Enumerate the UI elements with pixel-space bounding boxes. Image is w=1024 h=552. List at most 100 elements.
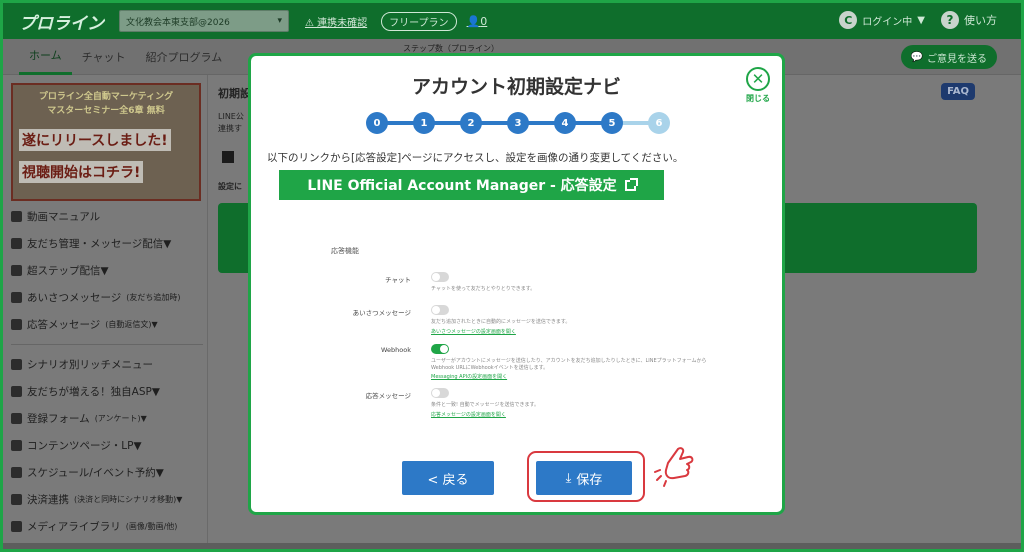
main-text: 設定に — [218, 182, 242, 191]
top-bar: プロライン 文化教会本東支部@2026 ▾ ⚠ 連携未確認 フリープラン 👤0 … — [3, 3, 1021, 39]
sidebar-item-step[interactable]: 超ステップ配信▼ — [11, 257, 203, 284]
back-button[interactable]: < 戻る — [402, 461, 494, 495]
setting-link: 応答メッセージの設定画面を開く — [431, 412, 506, 418]
toggle-switch — [431, 305, 449, 315]
download-icon: ⤓ — [565, 470, 572, 486]
settings-screenshot: 応答機能 チャット チャットを使って友だちとやりとりできます。 あいさつメッセー… — [321, 246, 711, 426]
step-0: 0 — [366, 112, 388, 134]
sidebar-item-media[interactable]: メディアライブラリ (画像/動画/他) — [11, 513, 203, 540]
sidebar-item-content[interactable]: コンテンツページ・LP▼ — [11, 432, 203, 459]
banner-line-4: 視聴開始はコチラ! — [19, 161, 144, 183]
sidebar-item-rich-menu[interactable]: シナリオ別リッチメニュー — [11, 351, 203, 378]
login-menu[interactable]: C ログイン中 ▼ — [839, 11, 925, 29]
faq-button[interactable]: FAQ — [941, 83, 975, 100]
caret-down-icon: ▼ — [917, 14, 925, 26]
banner-line-3: 遂にリリースしました! — [19, 129, 171, 151]
setting-label: 応答メッセージ — [365, 392, 411, 400]
step-4: 4 — [554, 112, 576, 134]
mobile-icon — [11, 359, 22, 370]
plan-badge[interactable]: フリープラン — [381, 11, 457, 31]
link-button-label: LINE Official Account Manager - 応答設定 — [307, 178, 617, 194]
help-link[interactable]: ? 使い方 — [941, 11, 997, 29]
contacts-icon — [11, 238, 22, 249]
sidebar-item-payment[interactable]: 決済連携 (決済と同時にシナリオ移動)▼ — [11, 486, 203, 513]
sidebar-item-schedule[interactable]: スケジュール/イベント予約▼ — [11, 459, 203, 486]
setting-label: あいさつメッセージ — [352, 309, 411, 317]
setting-description: 友だち追加されたときに自動的にメッセージを送信できます。 — [431, 319, 571, 325]
sidebar-item-note: (アンケート)▼ — [94, 414, 147, 423]
account-select[interactable]: 文化教会本東支部@2026 ▾ — [119, 10, 289, 32]
sidebar-item-video-manual[interactable]: 動画マニュアル — [11, 203, 203, 230]
instruction-text: 以下のリンクから[応答設定]ページにアクセスし、設定を画像の通り変更してください… — [267, 152, 684, 164]
close-button[interactable]: ✕ 閉じる — [744, 67, 772, 104]
user-count-value: 0 — [480, 14, 488, 28]
sidebar-item-label: 友だち管理・メッセージ配信▼ — [27, 238, 172, 250]
sidebar-item-label: 動画マニュアル — [27, 211, 101, 223]
toggle-switch — [431, 272, 449, 282]
checkbox[interactable] — [222, 151, 234, 163]
seminar-banner[interactable]: プロライン全自動マーケティング マスターセミナー全6章 無料 遂にリリースしまし… — [11, 83, 201, 201]
modal-title: アカウント初期設定ナビ — [411, 76, 621, 98]
sidebar-item-label: メディアライブラリ — [27, 521, 121, 533]
help-icon: ? — [941, 11, 959, 29]
line-manager-link-button[interactable]: LINE Official Account Manager - 応答設定 — [279, 170, 664, 200]
sidebar-item-label: 超ステップ配信▼ — [27, 265, 109, 277]
sidebar-item-label: 友だちが増える！独自ASP▼ — [27, 386, 160, 398]
banner-line-1: プロライン全自動マーケティング — [38, 92, 174, 102]
chevron-down-icon: ▾ — [277, 16, 282, 26]
sidebar-item-label: あいさつメッセージ — [27, 292, 122, 304]
sidebar-item-label: 登録フォーム — [27, 413, 90, 425]
footer — [3, 543, 1021, 549]
save-label: 保存 — [576, 472, 603, 488]
external-link-icon — [624, 177, 638, 191]
sidebar-menu: 動画マニュアル 友だち管理・メッセージ配信▼ 超ステップ配信▼ あいさつメッセー… — [11, 203, 203, 540]
sidebar-item-label: スケジュール/イベント予約▼ — [27, 467, 164, 479]
page-title: 初期設 — [218, 87, 251, 100]
step-2: 2 — [460, 112, 482, 134]
setting-description: チャットを使って友だちとやりとりできます。 — [431, 286, 536, 292]
sidebar-item-asp[interactable]: 友だちが増える！独自ASP▼ — [11, 378, 203, 405]
step-3: 3 — [507, 112, 529, 134]
logo: プロライン — [19, 13, 104, 34]
screen: プロライン 文化教会本東支部@2026 ▾ ⚠ 連携未確認 フリープラン 👤 0 … — [0, 0, 1024, 552]
sidebar-item-note: (友だち追加時) — [126, 293, 181, 302]
tab-referral[interactable]: 紹介プログラム — [136, 39, 233, 75]
reply-icon — [11, 319, 22, 330]
feedback-button[interactable]: 💬 ご意見を送る — [900, 45, 997, 69]
divider — [11, 344, 203, 345]
save-button[interactable]: ⤓ 保存 — [536, 461, 632, 495]
step-5: 5 — [601, 112, 623, 134]
sidebar-item-auto-reply[interactable]: 応答メッセージ (自動返信文)▼ — [11, 311, 203, 338]
close-icon: ✕ — [746, 67, 770, 91]
step-6: 6 — [648, 112, 670, 134]
avatar: C — [839, 11, 858, 29]
sidebar-item-label: 応答メッセージ — [27, 319, 101, 331]
hand-icon — [11, 292, 22, 303]
user-icon: 👤 — [466, 14, 481, 28]
screenshot-title: 応答機能 — [331, 247, 359, 255]
sidebar-item-label: シナリオ別リッチメニュー — [27, 359, 153, 371]
toggle-switch — [431, 344, 449, 354]
credit-card-icon — [11, 494, 22, 505]
sidebar-item-greeting[interactable]: あいさつメッセージ (友だち追加時) — [11, 284, 203, 311]
sidebar-item-note: (決済と同時にシナリオ移動)▼ — [74, 495, 183, 504]
unconfirmed-link[interactable]: ⚠ 連携未確認 — [305, 14, 367, 29]
calendar-icon — [11, 467, 22, 478]
sidebar-item-form[interactable]: 登録フォーム (アンケート)▼ — [11, 405, 203, 432]
user-count[interactable]: 👤0 — [467, 15, 488, 28]
setting-link: Messaging APIの設定画面を開く — [431, 374, 508, 380]
setting-label: チャット — [385, 276, 411, 284]
banner-line-2: マスターセミナー全6章 無料 — [47, 106, 165, 116]
setting-description: ユーザーがアカウントにメッセージを送信したり、アカウントを友だち追加したりしたと… — [431, 358, 707, 364]
setup-navi-modal: アカウント初期設定ナビ ✕ 閉じる 0 1 2 3 4 5 6 以下のリンクから[応答設定]… — [248, 53, 785, 515]
tab-chat[interactable]: チャット — [72, 39, 136, 75]
video-icon — [11, 211, 22, 222]
sidebar-item-friends[interactable]: 友だち管理・メッセージ配信▼ — [11, 230, 203, 257]
feedback-label: ご意見を送る — [927, 53, 987, 65]
tab-home[interactable]: ホーム — [19, 39, 72, 75]
main-text: LINE公 — [218, 112, 244, 121]
help-label: 使い方 — [964, 14, 997, 27]
refresh-icon — [11, 386, 22, 397]
sidebar-item-label: 決済連携 — [27, 494, 69, 506]
tap-hand-icon — [654, 447, 694, 487]
